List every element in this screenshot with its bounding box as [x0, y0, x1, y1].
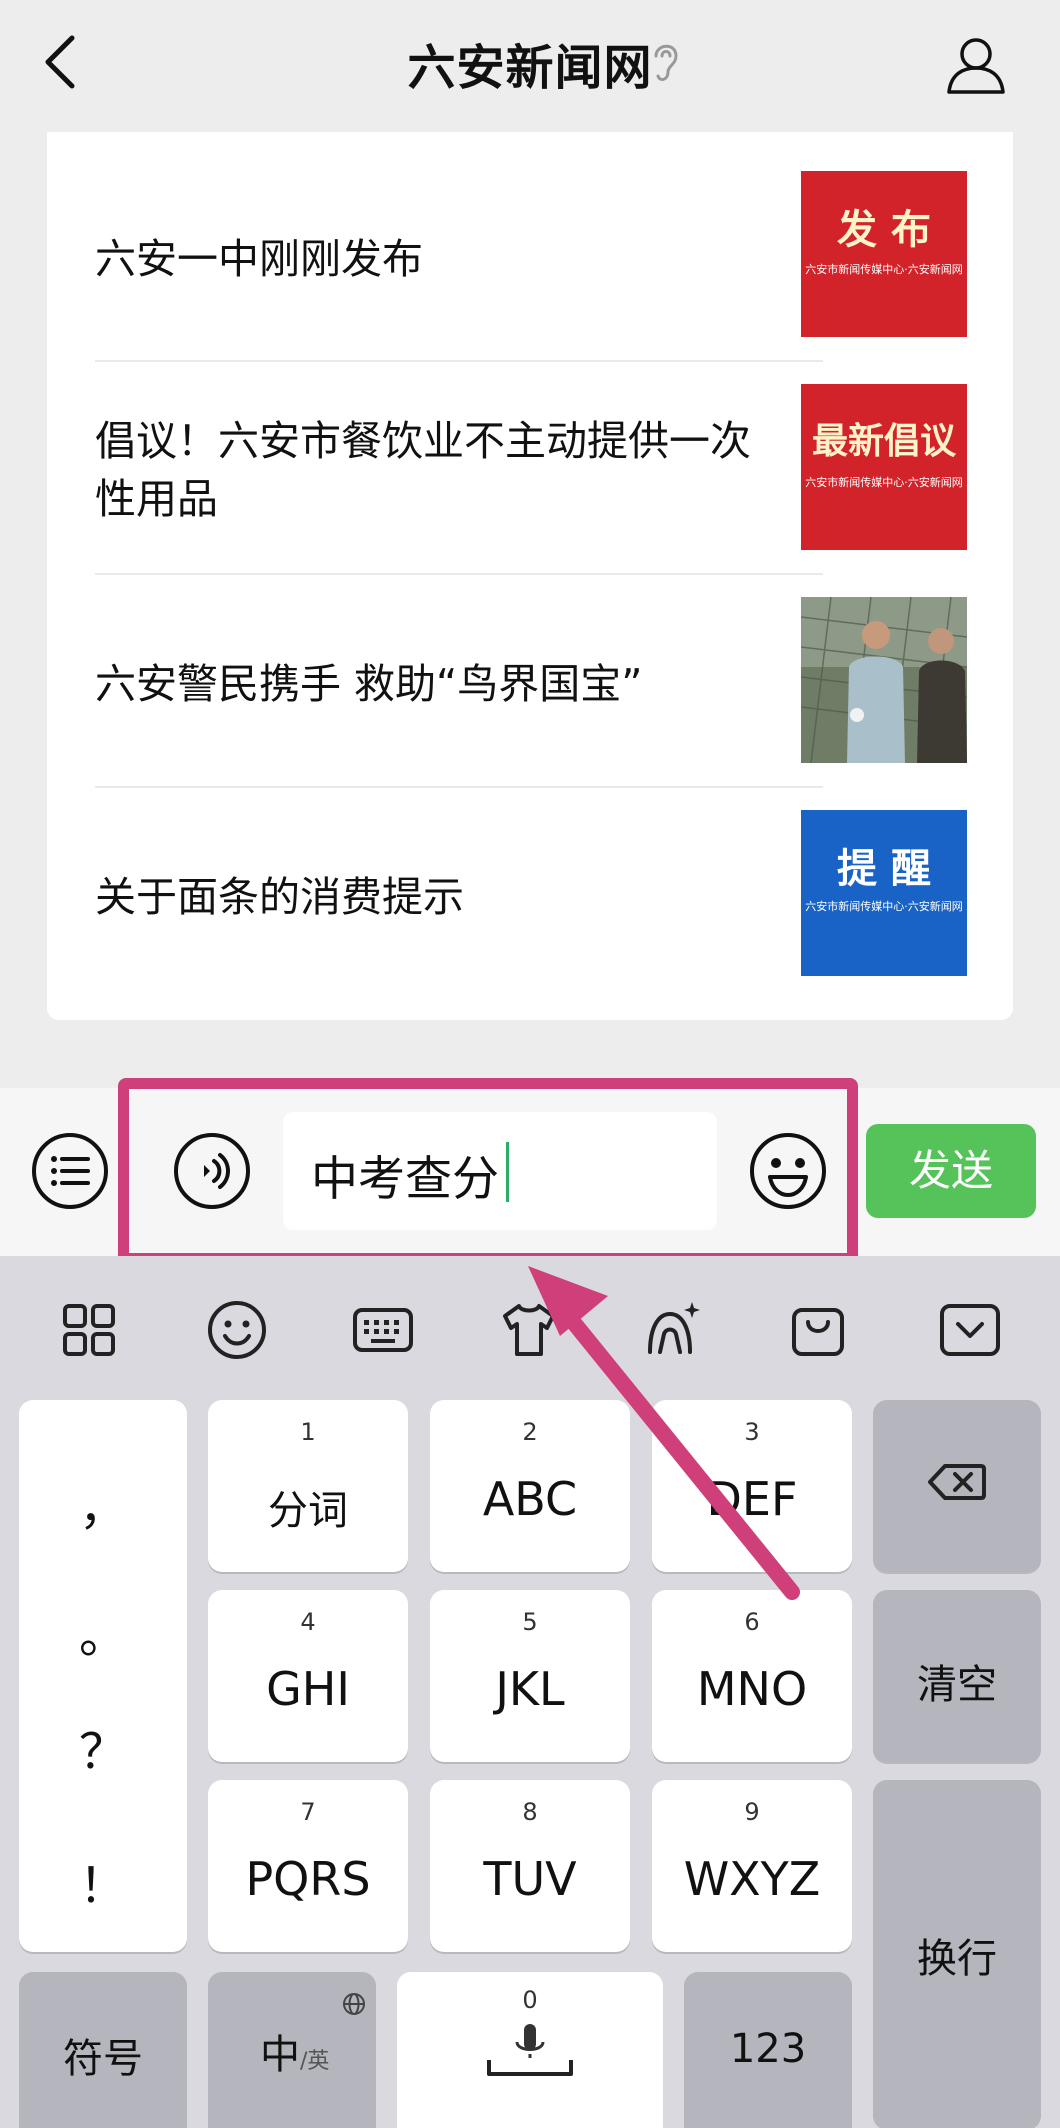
thumbnail-text: 提 醒 — [837, 845, 931, 892]
key-label: DEF — [706, 1472, 798, 1526]
key-label: ABC — [482, 1472, 578, 1526]
key-label: 换行 — [917, 1936, 997, 1982]
thumbnail-text: 发 布 — [837, 206, 931, 253]
language-switch-key[interactable]: 中/英 — [208, 1972, 376, 2128]
key-number: 6 — [744, 1608, 760, 1636]
thumbnail-caption: 六安市新闻传媒中心·六安新闻网 — [805, 476, 963, 489]
highlight-box — [118, 1078, 858, 1264]
divider — [95, 360, 823, 362]
bag-icon[interactable] — [786, 1298, 850, 1362]
punct-period-key[interactable]: 。 — [19, 1596, 187, 1666]
key-number: 3 — [744, 1418, 760, 1446]
key-8[interactable]: 8 TUV — [430, 1780, 630, 1952]
key-label: TUV — [483, 1852, 577, 1906]
article-title: 关于面条的消费提示 — [95, 873, 464, 921]
key-label: MNO — [696, 1662, 808, 1716]
key-label: WXYZ — [683, 1852, 821, 1906]
symbol-key[interactable]: 符号 — [19, 1972, 187, 2128]
punct-question-key[interactable]: ？ — [19, 1712, 187, 1782]
key-number: 4 — [300, 1608, 316, 1636]
article-list-card: 六安一中刚刚发布 发 布 六安市新闻传媒中心·六安新闻网 倡议！六安市餐饮业不主… — [47, 132, 1013, 1020]
key-number: 7 — [300, 1798, 316, 1826]
key-label: GHI — [266, 1662, 350, 1716]
thumbnail-text: 最新倡议 — [811, 420, 956, 462]
key-number: 8 — [522, 1798, 538, 1826]
key-number: 0 — [522, 1986, 538, 2014]
globe-icon — [343, 1993, 365, 2015]
lang-sub-label: /英 — [300, 2049, 330, 2074]
space-key[interactable]: 0 — [397, 1972, 663, 2128]
page-title: 六安新闻网 — [407, 40, 653, 96]
key-1[interactable]: 1 分词 — [208, 1400, 408, 1572]
article-title: 倡议！六安市餐饮业不主动提供一次性用品 — [95, 417, 751, 523]
punct-comma-key[interactable]: ， — [19, 1468, 187, 1538]
backspace-icon — [928, 1464, 986, 1500]
list-item[interactable]: 关于面条的消费提示 — [95, 792, 823, 1004]
article-thumbnail[interactable]: 最新倡议 六安市新闻传媒中心·六安新闻网 — [801, 384, 967, 550]
article-photo[interactable] — [801, 597, 967, 763]
backspace-key[interactable] — [873, 1400, 1041, 1572]
divider — [95, 573, 823, 575]
language-label: 中/英 — [260, 2022, 329, 2080]
keyboard-icon[interactable] — [351, 1298, 415, 1362]
list-item[interactable]: 六安警民携手 救助“鸟界国宝” — [95, 579, 823, 791]
tshirt-icon[interactable] — [497, 1298, 561, 1362]
smiley-icon[interactable] — [205, 1298, 269, 1362]
article-thumbnail[interactable]: 发 布 六安市新闻传媒中心·六安新闻网 — [801, 171, 967, 337]
key-label: 123 — [729, 2026, 807, 2072]
lang-main-label: 中 — [260, 2032, 300, 2078]
photo-people-image — [801, 597, 967, 763]
person-icon[interactable] — [945, 34, 1007, 94]
list-item[interactable]: 六安一中刚刚发布 — [95, 154, 823, 366]
article-thumbnail[interactable]: 提 醒 六安市新闻传媒中心·六安新闻网 — [801, 810, 967, 976]
key-4[interactable]: 4 GHI — [208, 1590, 408, 1762]
key-label: PQRS — [245, 1852, 371, 1906]
ai-assistant-icon[interactable] — [640, 1298, 704, 1362]
clear-key[interactable]: 清空 — [873, 1590, 1041, 1762]
microphone-icon — [487, 2024, 573, 2076]
key-5[interactable]: 5 JKL — [430, 1590, 630, 1762]
collapse-keyboard-icon[interactable] — [938, 1298, 1002, 1362]
punct-exclamation-key[interactable]: ！ — [19, 1846, 187, 1916]
article-title: 六安一中刚刚发布 — [95, 235, 423, 283]
key-number: 2 — [522, 1418, 538, 1446]
key-number: 9 — [744, 1798, 760, 1826]
key-2[interactable]: 2 ABC — [430, 1400, 630, 1572]
punctuation-column: ， 。 ？ ！ — [19, 1400, 187, 1952]
key-6[interactable]: 6 MNO — [652, 1590, 852, 1762]
article-title: 六安警民携手 救助“鸟界国宝” — [95, 660, 643, 708]
send-button[interactable]: 发送 — [866, 1124, 1036, 1218]
grid-icon[interactable] — [57, 1298, 121, 1362]
key-label: 分词 — [268, 1488, 348, 1534]
key-number: 1 — [300, 1418, 316, 1446]
divider — [95, 786, 823, 788]
ear-icon[interactable] — [648, 38, 682, 84]
newline-key[interactable]: 换行 — [873, 1780, 1041, 2128]
key-label: 符号 — [63, 2036, 143, 2082]
key-number: 5 — [522, 1608, 538, 1636]
key-9[interactable]: 9 WXYZ — [652, 1780, 852, 1952]
thumbnail-caption: 六安市新闻传媒中心·六安新闻网 — [805, 263, 963, 276]
key-label: JKL — [495, 1662, 565, 1716]
key-3[interactable]: 3 DEF — [652, 1400, 852, 1572]
thumbnail-caption: 六安市新闻传媒中心·六安新闻网 — [805, 900, 963, 913]
menu-list-icon[interactable] — [30, 1131, 110, 1211]
key-7[interactable]: 7 PQRS — [208, 1780, 408, 1952]
list-item[interactable]: 倡议！六安市餐饮业不主动提供一次性用品 — [95, 366, 823, 578]
numbers-key[interactable]: 123 — [684, 1972, 852, 2128]
key-label: 清空 — [917, 1662, 997, 1708]
